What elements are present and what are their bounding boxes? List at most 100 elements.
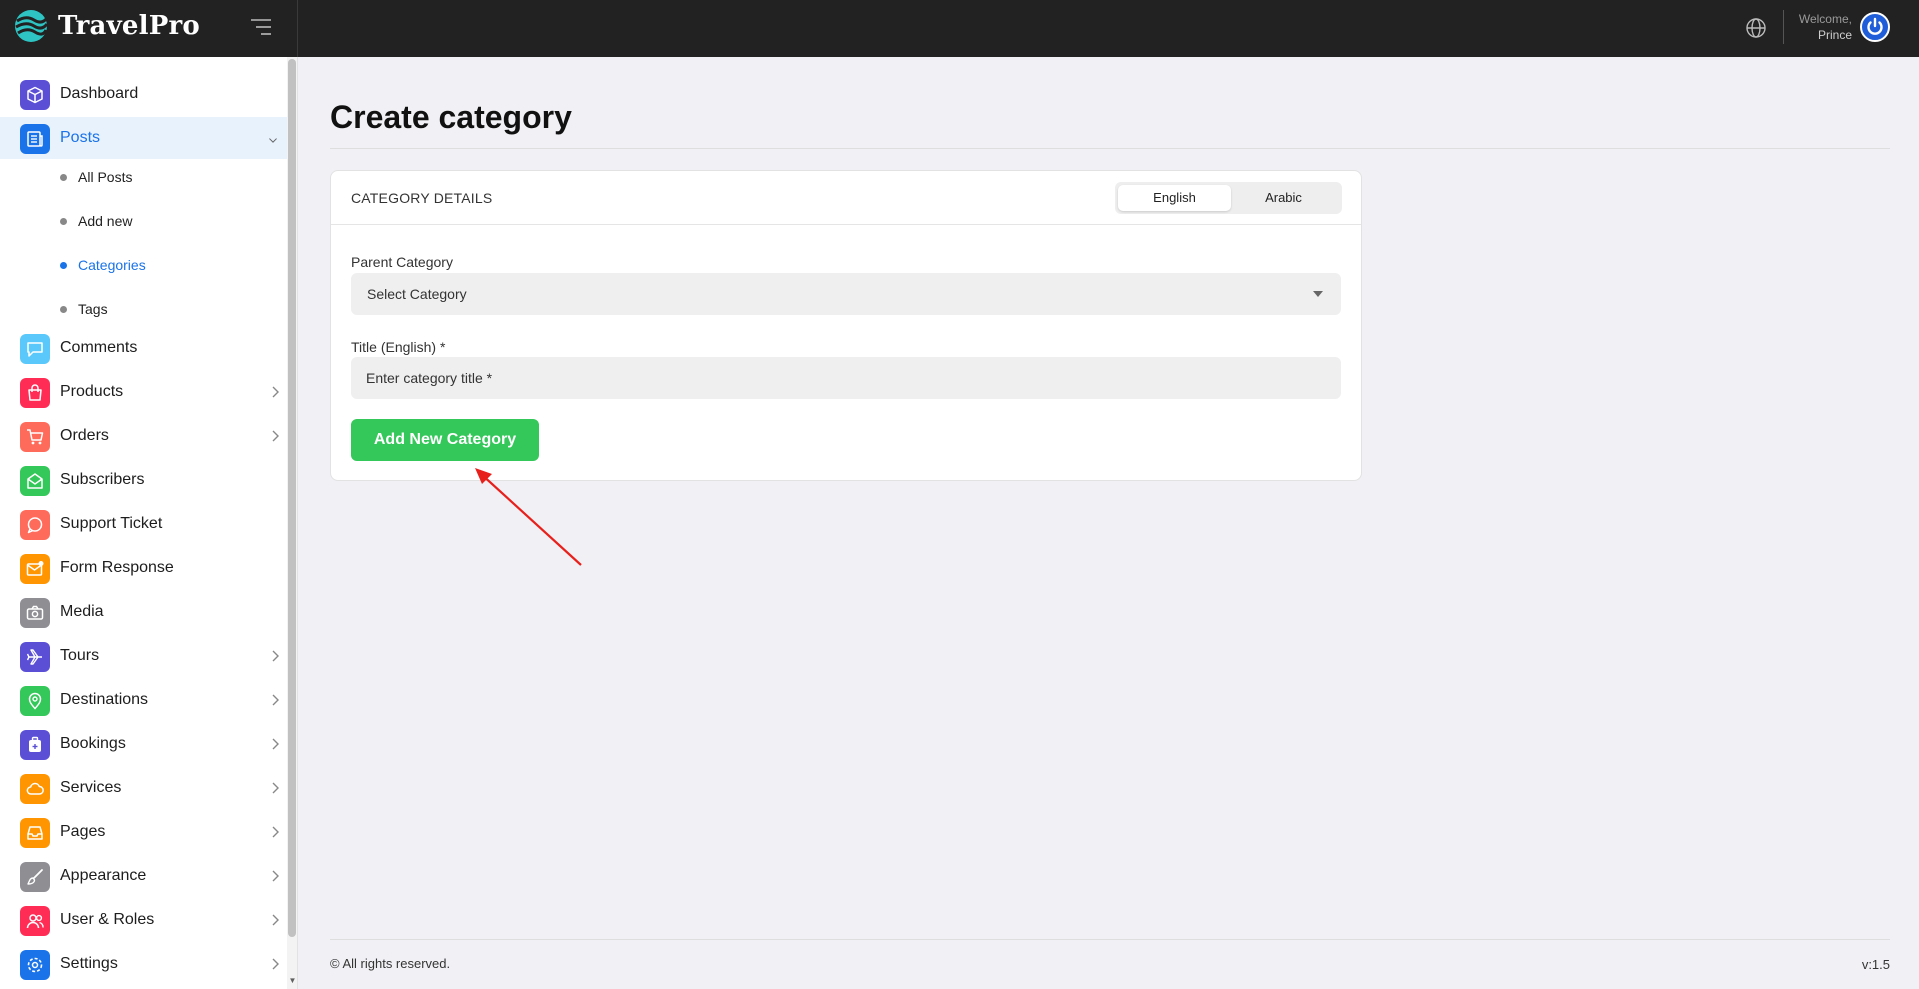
menu-toggle-icon[interactable] <box>250 17 272 37</box>
sidebar-item-support-ticket[interactable]: Support Ticket <box>0 503 287 545</box>
brand[interactable]: TravelPro <box>0 0 298 57</box>
sidebar-item-services[interactable]: Services <box>0 767 287 809</box>
bullet-icon <box>60 218 67 225</box>
brand-name: TravelPro <box>58 11 200 41</box>
title-divider <box>330 148 1890 149</box>
sidebar-item-user-roles[interactable]: User & Roles <box>0 899 287 941</box>
sidebar-item-label: Bookings <box>60 735 126 752</box>
language-switch: English Arabic <box>1115 182 1342 214</box>
camera-icon <box>20 598 50 628</box>
annotation-arrow-icon <box>475 468 582 566</box>
sidebar-item-subscribers[interactable]: Subscribers <box>0 459 287 501</box>
sidebar-subitem-tags[interactable]: Tags <box>0 291 287 327</box>
sidebar-subitem-label: All Posts <box>78 169 133 185</box>
sidebar-item-label: Posts <box>60 129 101 146</box>
welcome-label: Welcome, <box>1798 12 1852 26</box>
sidebar-subitem-label: Add new <box>78 213 133 229</box>
support-chat-icon <box>20 510 50 540</box>
footer-version: v:1.5 <box>1861 957 1890 972</box>
header-divider <box>1783 10 1784 44</box>
sidebar-item-label: Support Ticket <box>60 515 163 532</box>
cube-icon <box>20 80 50 110</box>
sidebar-item-label: Products <box>60 383 124 400</box>
newspaper-icon <box>20 124 50 154</box>
sidebar-item-products[interactable]: Products <box>0 371 287 413</box>
cloud-icon <box>20 774 50 804</box>
sidebar-item-label: Orders <box>60 427 109 444</box>
parent-category-value: Select Category <box>367 286 467 302</box>
sidebar-subitem-categories[interactable]: Categories <box>0 247 287 283</box>
cart-icon <box>20 422 50 452</box>
chevron-right-icon <box>270 825 280 839</box>
sidebar-subitem-all-posts[interactable]: All Posts <box>0 159 287 195</box>
sidebar-item-label: Tours <box>60 647 100 664</box>
sidebar-item-label: Appearance <box>60 867 147 884</box>
avatar[interactable] <box>1860 12 1890 42</box>
footer-divider <box>330 939 1890 940</box>
sidebar-item-form-response[interactable]: Form Response <box>0 547 287 589</box>
inbox-tray-icon <box>20 818 50 848</box>
caret-down-icon <box>1313 291 1323 297</box>
sidebar-item-label: Form Response <box>60 559 174 576</box>
user-welcome: Welcome, Prince <box>1790 11 1852 43</box>
luggage-icon <box>20 730 50 760</box>
language-tab-english[interactable]: English <box>1118 185 1231 211</box>
parent-category-select[interactable]: Select Category <box>351 273 1341 315</box>
category-details-card: CATEGORY DETAILS English Arabic Parent C… <box>330 170 1362 481</box>
scroll-down-arrow-icon[interactable]: ▼ <box>287 975 297 987</box>
sidebar-item-label: Services <box>60 779 122 796</box>
sidebar-item-posts[interactable]: Posts <box>0 117 287 159</box>
sidebar-scrollbar-thumb[interactable] <box>288 59 296 937</box>
sidebar-item-label: User & Roles <box>60 911 155 928</box>
chevron-down-icon <box>268 133 282 143</box>
sidebar-item-dashboard[interactable]: Dashboard <box>0 73 287 115</box>
chevron-right-icon <box>270 385 280 399</box>
page-title: Create category <box>330 99 572 135</box>
gear-icon <box>20 950 50 980</box>
sidebar-item-label: Destinations <box>60 691 149 708</box>
brush-icon <box>20 862 50 892</box>
card-header: CATEGORY DETAILS English Arabic <box>331 171 1361 225</box>
sidebar-subitem-add-new[interactable]: Add new <box>0 203 287 239</box>
category-title-input[interactable] <box>351 357 1341 399</box>
sidebar-item-label: Media <box>60 603 104 620</box>
add-new-category-button[interactable]: Add New Category <box>351 419 539 461</box>
power-icon <box>1867 17 1883 35</box>
bullet-icon <box>60 174 67 181</box>
chevron-right-icon <box>270 957 280 971</box>
sidebar-item-destinations[interactable]: Destinations <box>0 679 287 721</box>
user-name: Prince <box>1817 28 1852 42</box>
parent-category-label: Parent Category <box>351 254 453 270</box>
language-globe-icon[interactable] <box>1745 17 1767 39</box>
sidebar-item-bookings[interactable]: Bookings <box>0 723 287 765</box>
sidebar-item-settings[interactable]: Settings <box>0 943 287 985</box>
footer-copyright: © All rights reserved. <box>330 956 451 971</box>
chevron-right-icon <box>270 869 280 883</box>
sidebar-item-pages[interactable]: Pages <box>0 811 287 853</box>
sidebar-item-label: Pages <box>60 823 106 840</box>
mail-open-icon <box>20 466 50 496</box>
airplane-icon <box>20 642 50 672</box>
sidebar-item-media[interactable]: Media <box>0 591 287 633</box>
bullet-icon <box>60 306 67 313</box>
sidebar-item-orders[interactable]: Orders <box>0 415 287 457</box>
chevron-right-icon <box>270 781 280 795</box>
language-tab-arabic[interactable]: Arabic <box>1227 185 1340 211</box>
chevron-right-icon <box>270 429 280 443</box>
title-label: Title (English) * <box>351 339 446 355</box>
users-icon <box>20 906 50 936</box>
shopping-bag-icon <box>20 378 50 408</box>
sidebar-item-label: Subscribers <box>60 471 145 488</box>
mail-notify-icon <box>20 554 50 584</box>
sidebar-item-tours[interactable]: Tours <box>0 635 287 677</box>
sidebar-item-comments[interactable]: Comments <box>0 327 287 369</box>
map-pin-icon <box>20 686 50 716</box>
sidebar-subitem-label: Tags <box>78 301 108 317</box>
sidebar-item-label: Comments <box>60 339 138 356</box>
bullet-icon <box>60 262 67 269</box>
sidebar-item-appearance[interactable]: Appearance <box>0 855 287 897</box>
brand-logo-icon <box>15 10 48 42</box>
chat-bubble-icon <box>20 334 50 364</box>
chevron-right-icon <box>270 913 280 927</box>
sidebar-item-label: Settings <box>60 955 118 972</box>
